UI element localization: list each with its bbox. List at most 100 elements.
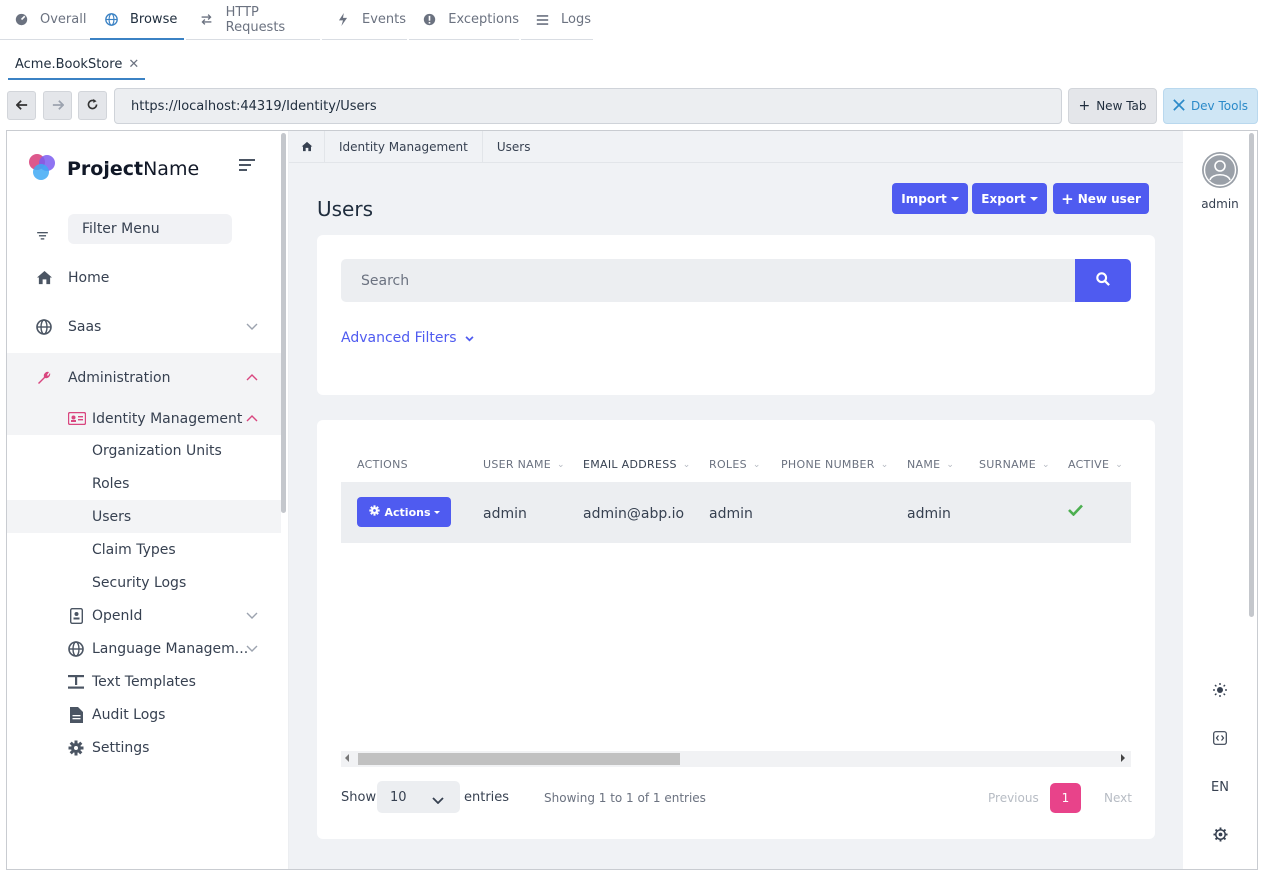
tab-events[interactable]: Events <box>322 0 407 40</box>
search-button[interactable] <box>1075 259 1131 302</box>
url-bar[interactable]: https://localhost:44319/Identity/Users <box>114 88 1062 124</box>
row-actions-button[interactable]: Actions <box>357 497 451 527</box>
sidebar-item-home[interactable]: Home <box>7 261 281 294</box>
column-header-roles[interactable]: ROLES ⌄ <box>709 458 761 471</box>
language-selector[interactable]: EN <box>1209 776 1231 798</box>
table-horizontal-scrollbar[interactable] <box>341 751 1131 767</box>
plus-icon: + <box>1061 189 1074 208</box>
code-icon[interactable] <box>1209 727 1231 749</box>
import-button[interactable]: Import <box>892 183 968 214</box>
id-badge-icon <box>67 607 85 625</box>
cell-user-name: admin <box>483 506 527 522</box>
scrollbar-thumb[interactable] <box>358 753 680 765</box>
sidebar-item-roles[interactable]: Roles <box>7 467 281 500</box>
sidebar-item-security-logs[interactable]: Security Logs <box>7 566 281 599</box>
bolt-icon <box>336 13 350 27</box>
sidebar-item-openid[interactable]: OpenId <box>7 599 281 632</box>
scroll-left-icon[interactable] <box>345 754 349 762</box>
sun-icon[interactable] <box>1209 679 1231 701</box>
search-input[interactable]: Search <box>341 259 1076 302</box>
settings-gear-icon[interactable] <box>1209 823 1231 845</box>
browser-viewport: ProjectName Filter Menu Home Saas Admini… <box>6 130 1258 870</box>
tab-http-requests[interactable]: HTTP Requests <box>186 0 320 40</box>
sidebar-item-identity-management[interactable]: Identity Management <box>7 402 281 435</box>
avatar[interactable] <box>1202 152 1238 188</box>
chevron-down-icon <box>245 609 259 623</box>
table-row: Actions admin admin@abp.io admin admin <box>341 482 1131 543</box>
top-tab-bar: Overall Browse HTTP Requests Events Exce… <box>0 0 1267 42</box>
sidebar-item-audit-logs[interactable]: Audit Logs <box>7 698 281 731</box>
arrow-right-icon <box>52 96 64 115</box>
column-header-phone-number[interactable]: PHONE NUMBER ⌄ <box>781 458 889 471</box>
breadcrumb-item[interactable]: Identity Management <box>325 131 483 163</box>
exclamation-icon <box>423 13 436 27</box>
import-label: Import <box>901 191 947 206</box>
main-content: Identity Management Users Users Import E… <box>289 131 1183 869</box>
home-icon <box>35 269 53 287</box>
tab-browse[interactable]: Browse <box>90 0 184 40</box>
sidebar-item-language-management[interactable]: Language Managem... <box>7 632 281 665</box>
filter-menu-input[interactable]: Filter Menu <box>68 214 232 244</box>
cell-email: admin@abp.io <box>583 506 685 522</box>
sidebar-item-label: OpenId <box>92 607 143 624</box>
new-user-button[interactable]: + New user <box>1053 183 1149 214</box>
list-icon <box>535 13 549 27</box>
chevron-down-icon <box>245 320 259 334</box>
column-header-active[interactable]: ACTIVE ⌄ <box>1068 458 1123 471</box>
row-actions-label: Actions <box>384 505 431 519</box>
sidebar-item-label: Audit Logs <box>92 706 166 723</box>
sidebar-item-label: Organization Units <box>92 442 222 459</box>
home-icon[interactable] <box>289 131 325 163</box>
sidebar-item-label: Claim Types <box>92 541 176 558</box>
pagination-next[interactable]: Next <box>1104 791 1132 805</box>
sidebar-item-saas[interactable]: Saas <box>7 310 281 343</box>
chevron-down-icon <box>432 793 444 808</box>
brand[interactable]: ProjectName <box>27 151 199 187</box>
entries-per-page-select[interactable]: 10 <box>377 781 460 813</box>
advanced-filters-toggle[interactable]: Advanced Filters <box>341 330 474 346</box>
current-user-name[interactable]: admin <box>1183 197 1257 211</box>
chevron-up-icon <box>245 371 259 385</box>
new-tab-button[interactable]: + New Tab <box>1068 88 1157 124</box>
export-label: Export <box>981 191 1026 206</box>
breadcrumb-item-current: Users <box>496 139 531 154</box>
tab-overall[interactable]: Overall <box>0 0 98 40</box>
menu-toggle-icon[interactable] <box>239 159 257 174</box>
document-tab[interactable]: Acme.BookStore ✕ <box>8 50 145 80</box>
column-header-user-name[interactable]: USER NAME ⌄ <box>483 458 565 471</box>
column-header-email-address[interactable]: EMAIL ADDRESS ⌄ <box>583 458 691 471</box>
new-user-label: New user <box>1077 191 1141 206</box>
gear-icon <box>67 739 85 757</box>
sidebar-scrollbar[interactable] <box>281 133 286 513</box>
new-tab-label: New Tab <box>1096 99 1147 113</box>
dev-tools-button[interactable]: Dev Tools <box>1163 88 1258 124</box>
sidebar-item-text-templates[interactable]: Text Templates <box>7 665 281 698</box>
search-card: Search Advanced Filters <box>317 235 1155 395</box>
scroll-right-icon[interactable] <box>1121 754 1125 762</box>
column-header-name[interactable]: NAME ⌄ <box>907 458 954 471</box>
reload-button[interactable] <box>78 91 107 120</box>
url-text: https://localhost:44319/Identity/Users <box>131 98 377 114</box>
cell-name: admin <box>907 506 951 522</box>
export-button[interactable]: Export <box>972 183 1047 214</box>
pagination-previous[interactable]: Previous <box>988 791 1039 805</box>
sidebar-item-users[interactable]: Users <box>7 500 281 533</box>
tab-logs[interactable]: Logs <box>521 0 593 40</box>
back-button[interactable] <box>7 91 36 120</box>
sidebar-item-claim-types[interactable]: Claim Types <box>7 533 281 566</box>
right-rail: admin EN <box>1183 131 1257 869</box>
tab-label: Events <box>362 12 407 27</box>
sidebar-item-settings[interactable]: Settings <box>7 731 281 764</box>
cell-roles: admin <box>709 506 753 522</box>
pagination-page-1[interactable]: 1 <box>1050 783 1081 813</box>
tab-exceptions[interactable]: Exceptions <box>409 0 519 40</box>
filter-menu-placeholder: Filter Menu <box>82 221 160 237</box>
sort-icon: ⌄ <box>880 459 889 470</box>
chevron-up-icon <box>245 412 259 426</box>
sidebar-item-administration[interactable]: Administration <box>7 353 281 402</box>
close-icon[interactable]: ✕ <box>128 57 139 72</box>
sidebar-item-organization-units[interactable]: Organization Units <box>7 434 281 467</box>
forward-button[interactable] <box>43 91 72 120</box>
column-header-surname[interactable]: SURNAME ⌄ <box>979 458 1050 471</box>
sort-icon: ⌄ <box>557 459 565 470</box>
